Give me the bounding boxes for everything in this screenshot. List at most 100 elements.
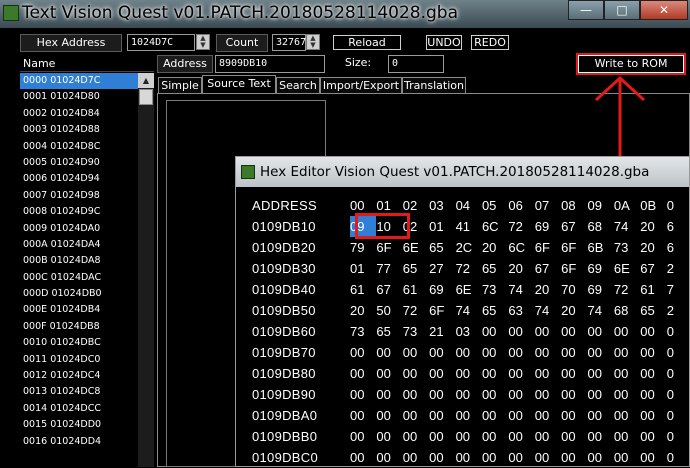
hex-byte[interactable]: 72 (403, 300, 429, 321)
hex-byte[interactable]: 00 (640, 342, 666, 363)
hex-byte[interactable]: 61 (403, 279, 429, 300)
list-item[interactable]: 0001 01024D80 (20, 89, 138, 105)
hex-byte[interactable]: 67 (640, 258, 666, 279)
hex-byte[interactable]: 00 (508, 405, 534, 426)
hex-byte[interactable]: 2 (667, 300, 690, 321)
hex-byte[interactable]: 00 (561, 363, 587, 384)
hex-byte[interactable]: 00 (403, 405, 429, 426)
list-item[interactable]: 000F 01024DB8 (20, 319, 138, 335)
list-item[interactable]: 0005 01024D90 (20, 155, 138, 171)
main-title-bar[interactable]: Text Vision Quest v01.PATCH.201805281140… (0, 0, 690, 28)
hex-byte[interactable]: 69 (588, 258, 614, 279)
scroll-thumb[interactable] (139, 89, 153, 105)
hex-editor-title-bar[interactable]: Hex Editor Vision Quest v01.PATCH.201805… (236, 157, 689, 187)
hex-byte[interactable]: 00 (535, 321, 561, 342)
count-spinner[interactable]: ▲ ▼ (306, 34, 320, 50)
list-item[interactable]: 0007 01024D98 (20, 188, 138, 204)
hex-byte[interactable]: 73 (350, 321, 376, 342)
hex-byte[interactable]: 7 (667, 279, 690, 300)
hex-byte[interactable]: 00 (482, 384, 508, 405)
hex-byte[interactable]: 0 (667, 321, 690, 342)
hex-byte[interactable]: 0 (667, 342, 690, 363)
hex-byte[interactable]: 00 (535, 426, 561, 447)
hex-byte[interactable]: 00 (535, 342, 561, 363)
hex-byte[interactable]: 00 (350, 426, 376, 447)
hex-byte[interactable]: 63 (508, 300, 534, 321)
hex-byte[interactable]: 00 (640, 447, 666, 468)
hex-byte[interactable]: 00 (561, 426, 587, 447)
hex-byte[interactable]: 00 (588, 426, 614, 447)
list-item[interactable]: 0011 01024DC0 (20, 352, 138, 368)
hex-byte[interactable]: 20 (350, 300, 376, 321)
hex-byte[interactable]: 00 (429, 363, 455, 384)
list-item[interactable]: 0016 01024DD4 (20, 434, 138, 450)
hex-byte[interactable]: 00 (403, 426, 429, 447)
hex-byte[interactable]: 74 (508, 279, 534, 300)
hex-byte[interactable]: 65 (376, 321, 402, 342)
hex-byte[interactable]: 00 (376, 363, 402, 384)
hex-byte[interactable]: 00 (508, 342, 534, 363)
hex-byte[interactable]: 6F (429, 300, 455, 321)
hex-byte[interactable]: 0 (667, 405, 690, 426)
hex-byte[interactable]: 20 (640, 216, 666, 237)
hex-byte[interactable]: 00 (350, 447, 376, 468)
hex-byte[interactable]: 00 (482, 447, 508, 468)
count-input[interactable]: 32767 (272, 34, 306, 51)
hex-byte[interactable]: 00 (350, 342, 376, 363)
hex-byte[interactable]: 00 (429, 426, 455, 447)
hex-byte[interactable]: 0 (667, 447, 690, 468)
list-item[interactable]: 0012 01024DC4 (20, 368, 138, 384)
hex-byte[interactable]: 77 (376, 258, 402, 279)
hex-byte[interactable]: 2C (456, 237, 482, 258)
hex-byte[interactable]: 00 (403, 447, 429, 468)
hex-byte[interactable]: 6E (456, 279, 482, 300)
hex-byte[interactable]: 00 (561, 321, 587, 342)
hex-byte[interactable]: 00 (561, 447, 587, 468)
hex-byte[interactable]: 00 (456, 426, 482, 447)
hex-byte[interactable]: 00 (403, 363, 429, 384)
hex-address-spinner[interactable]: ▲ ▼ (196, 34, 210, 50)
hex-byte[interactable]: 20 (535, 279, 561, 300)
hex-byte[interactable]: 65 (482, 300, 508, 321)
hex-byte[interactable]: 00 (508, 384, 534, 405)
hex-byte[interactable]: 20 (561, 300, 587, 321)
hex-byte[interactable]: 6 (667, 216, 690, 237)
hex-byte[interactable]: 00 (588, 405, 614, 426)
list-item[interactable]: 000D 01024DB0 (20, 286, 138, 302)
hex-byte[interactable]: 69 (588, 279, 614, 300)
list-item[interactable]: 0000 01024D7C (20, 73, 138, 90)
undo-button[interactable]: UNDO (426, 35, 462, 50)
hex-byte[interactable]: 00 (429, 405, 455, 426)
address-input[interactable]: 8909DB10 (215, 55, 325, 73)
hex-byte[interactable]: 00 (508, 363, 534, 384)
hex-byte[interactable]: 00 (376, 426, 402, 447)
hex-byte[interactable]: 0 (667, 363, 690, 384)
hex-byte[interactable]: 00 (376, 342, 402, 363)
hex-byte[interactable]: 74 (614, 216, 640, 237)
hex-byte[interactable]: 72 (456, 258, 482, 279)
redo-button[interactable]: REDO (471, 35, 509, 50)
hex-byte[interactable]: 73 (403, 321, 429, 342)
hex-byte[interactable]: 20 (482, 237, 508, 258)
hex-byte[interactable]: 00 (640, 363, 666, 384)
hex-byte[interactable]: 73 (482, 279, 508, 300)
list-item[interactable]: 000B 01024DA8 (20, 253, 138, 269)
hex-byte[interactable]: 6C (482, 216, 508, 237)
hex-byte[interactable]: 00 (588, 342, 614, 363)
hex-byte[interactable]: 21 (429, 321, 455, 342)
hex-byte[interactable]: 61 (350, 279, 376, 300)
minimize-button[interactable]: — (568, 0, 604, 20)
hex-byte[interactable]: 00 (535, 447, 561, 468)
hex-byte[interactable]: 2 (667, 258, 690, 279)
list-item[interactable]: 0015 01024DD0 (20, 417, 138, 433)
hex-byte[interactable]: 00 (376, 447, 402, 468)
hex-byte[interactable]: 74 (588, 300, 614, 321)
hex-grid[interactable]: ADDRESS 00 01 02 03 04 05 06 07 08 09 0A 0B 0 0109DB10… (252, 195, 690, 468)
hex-byte[interactable]: 6F (561, 258, 587, 279)
hex-byte[interactable]: 00 (350, 384, 376, 405)
hex-byte[interactable]: 00 (482, 405, 508, 426)
hex-byte[interactable]: 00 (640, 426, 666, 447)
hex-byte[interactable]: 72 (614, 279, 640, 300)
hex-byte[interactable]: 00 (482, 363, 508, 384)
list-item[interactable]: 0002 01024D84 (20, 106, 138, 122)
